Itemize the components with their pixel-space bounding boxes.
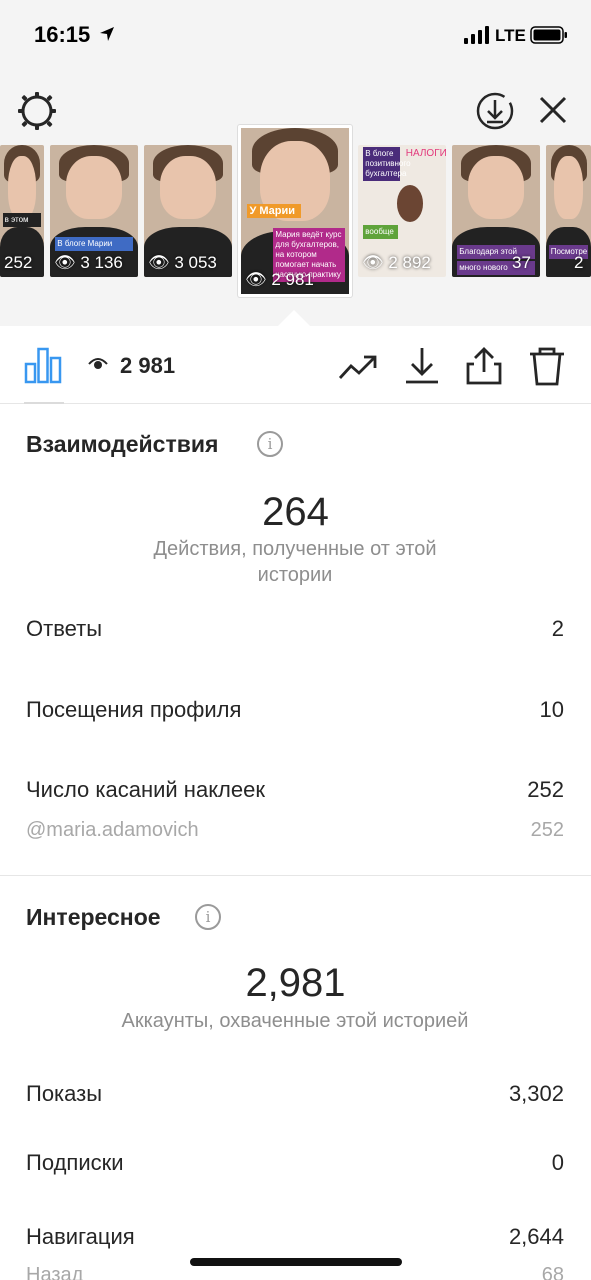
- story-thumbnail[interactable]: 👁 3 053: [144, 145, 232, 277]
- story-caption: В блоге позитивного бухгалтера: [363, 147, 411, 181]
- mention-label[interactable]: @maria.adamovich: [26, 819, 199, 842]
- profile-visits-value: 10: [539, 697, 564, 722]
- replies-value: 2: [551, 616, 564, 641]
- navigation-label: Навигация: [26, 1224, 135, 1249]
- thumb-face: [554, 155, 583, 219]
- settings-icon[interactable]: [16, 90, 58, 132]
- sticker-taps-value: 252: [527, 777, 564, 802]
- impressions-label: Показы: [26, 1081, 103, 1106]
- battery-icon: [530, 26, 567, 44]
- story-views: 👁 3 053: [148, 253, 217, 273]
- download-circle-icon[interactable]: [474, 90, 516, 132]
- back-value: 68: [541, 1264, 564, 1280]
- story-views: 👁 3 136: [54, 253, 123, 273]
- share-icon[interactable]: [464, 346, 504, 386]
- story-caption-secondary: НАЛОГИ: [405, 148, 446, 159]
- thumb-face: [7, 155, 37, 219]
- thumb-face: [65, 155, 123, 219]
- story-views: 2: [574, 253, 584, 272]
- trending-icon[interactable]: [338, 346, 378, 386]
- location-arrow-icon: [100, 27, 114, 41]
- section-divider: [0, 875, 591, 876]
- network-label: LTE: [495, 26, 526, 45]
- story-caption: в этом: [2, 213, 42, 227]
- eye-icon: 👁: [245, 270, 267, 289]
- home-indicator[interactable]: [190, 1258, 402, 1266]
- thumb-face: [396, 184, 424, 222]
- interactions-title: Взаимодействия: [26, 431, 219, 457]
- story-thumbnail[interactable]: В блоге Марии 👁 3 136: [50, 145, 138, 277]
- story-views: 252: [4, 253, 33, 272]
- story-views-value: 2 981: [271, 270, 314, 289]
- mention-value: 252: [530, 819, 564, 841]
- story-views: 👁 2 892: [362, 253, 431, 273]
- story-thumbnail[interactable]: в этом 252: [0, 145, 44, 277]
- status-bar: 16:15 LTE: [0, 0, 591, 72]
- sticker-taps-label: Число касаний наклеек: [26, 777, 265, 802]
- selection-pointer: [278, 310, 310, 326]
- story-toolbar: 2 981: [0, 326, 591, 404]
- status-time: 16:15: [34, 22, 91, 47]
- eye-icon: [88, 358, 108, 369]
- signal-icon: [464, 26, 489, 44]
- story-views-value: 3 136: [80, 253, 123, 272]
- follows-label: Подписки: [26, 1150, 124, 1175]
- story-strip: в этом 252 В блоге Марии 👁 3 136 👁 3 053…: [0, 72, 591, 326]
- story-caption-tertiary: вообще: [363, 225, 399, 239]
- bar-chart-icon[interactable]: [24, 346, 62, 384]
- views-count: 2 981: [120, 353, 176, 378]
- trash-icon[interactable]: [527, 346, 567, 386]
- story-thumbnail[interactable]: В блоге позитивного бухгалтера НАЛОГИ во…: [358, 145, 446, 277]
- back-label: Назад: [26, 1264, 84, 1280]
- story-caption: В блоге Марии: [55, 237, 133, 251]
- discovery-title: Интересное: [26, 904, 161, 930]
- follows-value: 0: [551, 1150, 564, 1175]
- thumb-face: [159, 155, 217, 219]
- eye-icon: 👁: [362, 253, 384, 272]
- story-views-value: 3 053: [174, 253, 217, 272]
- tab-underline: [24, 402, 64, 404]
- interactions-total: 264: [262, 490, 329, 534]
- story-caption: У Марии: [247, 204, 302, 218]
- interactions-caption: Действия, полученные от этой истории: [153, 538, 437, 586]
- story-thumbnail[interactable]: Благодаря этой много нового 37: [452, 145, 540, 277]
- story-thumbnail[interactable]: Посмотре 2: [546, 145, 591, 277]
- info-icon[interactable]: i: [195, 904, 221, 930]
- story-views-value: 2 892: [388, 253, 431, 272]
- navigation-value: 2,644: [508, 1224, 564, 1249]
- discovery-caption: Аккаунты, охваченные этой историей: [121, 1010, 469, 1032]
- info-icon[interactable]: i: [257, 431, 283, 457]
- close-icon[interactable]: [535, 92, 571, 128]
- story-thumbnail-selected[interactable]: У Марии Мария ведёт курс для бухгалтеров…: [238, 125, 352, 297]
- thumb-face: [467, 155, 525, 219]
- impressions-value: 3,302: [508, 1081, 564, 1106]
- eye-icon: 👁: [148, 253, 170, 272]
- replies-label: Ответы: [26, 616, 103, 641]
- discovery-total: 2,981: [245, 961, 346, 1005]
- profile-visits-label: Посещения профиля: [26, 697, 242, 722]
- story-views: 👁 2 981: [245, 270, 314, 290]
- download-icon[interactable]: [402, 346, 442, 386]
- eye-icon: 👁: [54, 253, 76, 272]
- story-views: 37: [512, 253, 531, 272]
